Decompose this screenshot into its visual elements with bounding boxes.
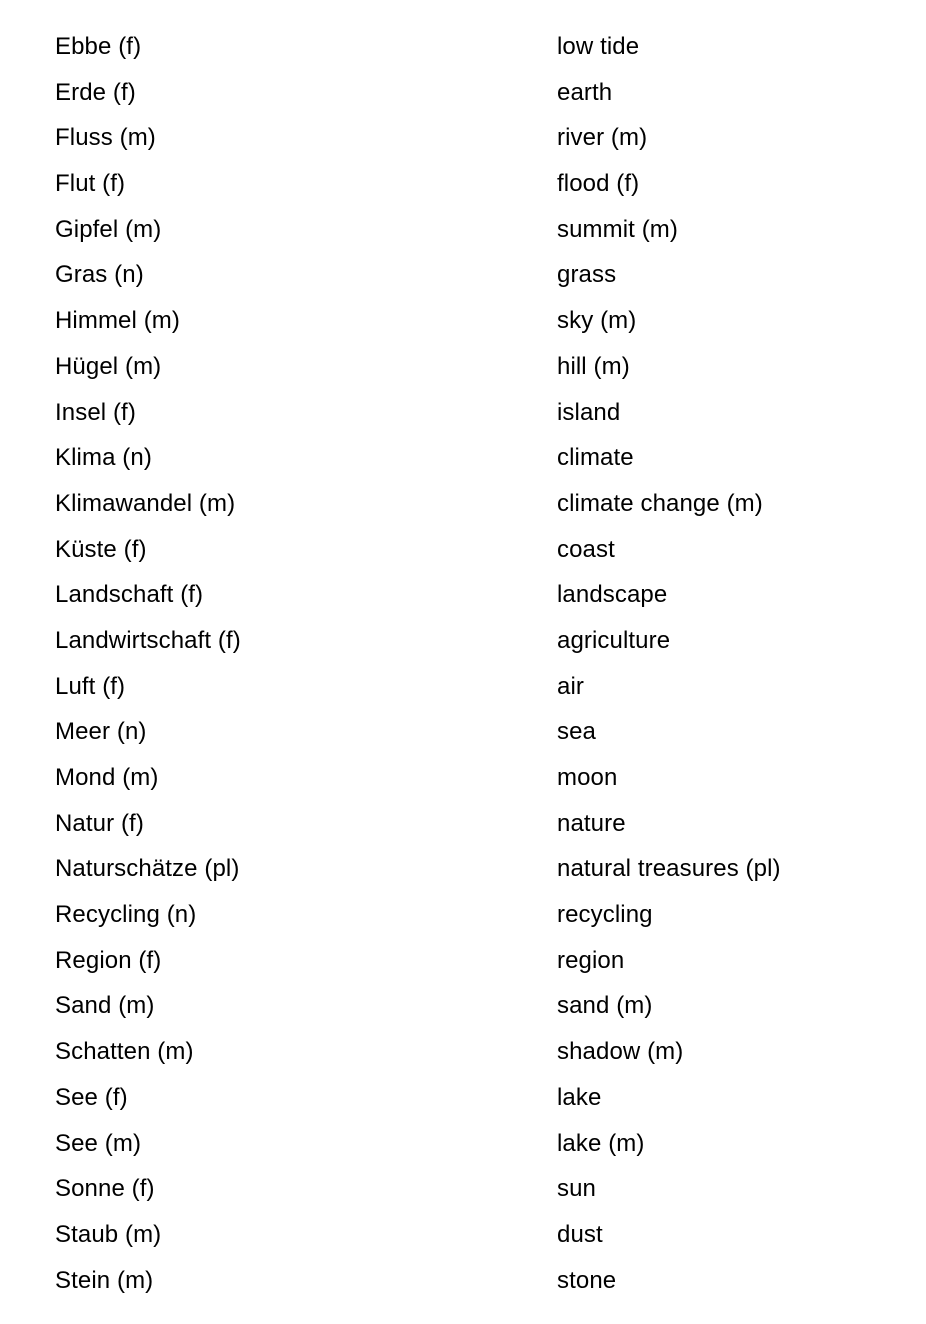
english-gloss: summit (m) xyxy=(557,215,678,243)
english-gloss: dust xyxy=(557,1220,603,1248)
english-gloss: low tide xyxy=(557,33,640,60)
german-term: Landwirtschaft (f) xyxy=(55,626,241,654)
vocabulary-row: Region (f) region xyxy=(0,938,926,984)
english-gloss: stone xyxy=(557,1266,617,1294)
vocabulary-row: Recycling (n) recycling xyxy=(0,892,926,938)
vocabulary-row: Stein (m) stone xyxy=(0,1258,926,1304)
vocabulary-row: Küste (f) coast xyxy=(0,527,926,573)
german-term: Insel (f) xyxy=(55,398,136,426)
vocabulary-row: Erde (f) earth xyxy=(0,70,926,116)
english-gloss: grass xyxy=(557,261,617,289)
vocabulary-row: Sonne (f) sun xyxy=(0,1166,926,1212)
english-gloss: climate change (m) xyxy=(557,489,763,517)
german-term: See (f) xyxy=(55,1083,128,1111)
english-gloss: agriculture xyxy=(557,626,671,654)
english-gloss: flood (f) xyxy=(557,170,640,198)
vocabulary-row: Mond (m) moon xyxy=(0,755,926,801)
german-term: Ebbe (f) xyxy=(55,33,142,60)
vocabulary-row: Landwirtschaft (f) agriculture xyxy=(0,618,926,664)
german-term: Schatten (m) xyxy=(55,1038,194,1066)
german-term: Landschaft (f) xyxy=(55,581,204,609)
german-term: Flut (f) xyxy=(55,170,126,198)
german-term: Himmel (m) xyxy=(55,307,180,335)
english-gloss: sand (m) xyxy=(557,992,653,1020)
vocabulary-row: Luft (f) air xyxy=(0,664,926,710)
german-term: Region (f) xyxy=(55,946,162,974)
vocabulary-row: Ebbe (f) low tide xyxy=(0,24,926,70)
english-gloss: air xyxy=(557,672,584,700)
vocabulary-row: Meer (n) sea xyxy=(0,709,926,755)
english-gloss: sea xyxy=(557,718,596,746)
vocabulary-row: Klimawandel (m) climate change (m) xyxy=(0,481,926,527)
vocabulary-row: Klima (n) climate xyxy=(0,435,926,481)
english-gloss: lake (m) xyxy=(557,1129,645,1157)
vocabulary-row: Naturschätze (pl) natural treasures (pl) xyxy=(0,846,926,892)
german-term: Naturschätze (pl) xyxy=(55,855,240,883)
english-gloss: nature xyxy=(557,809,626,837)
german-term: Gipfel (m) xyxy=(55,215,162,243)
english-gloss: landscape xyxy=(557,581,668,609)
vocabulary-row: See (f) lake xyxy=(0,1075,926,1121)
english-gloss: river (m) xyxy=(557,124,648,152)
english-gloss: shadow (m) xyxy=(557,1038,684,1066)
english-gloss: coast xyxy=(557,535,615,563)
german-term: Meer (n) xyxy=(55,718,147,746)
vocabulary-row: Natur (f) nature xyxy=(0,801,926,847)
english-gloss: island xyxy=(557,398,621,426)
english-gloss: earth xyxy=(557,78,613,106)
german-term: Sonne (f) xyxy=(55,1175,155,1203)
english-gloss: sun xyxy=(557,1175,596,1203)
vocabulary-row: Staub (m) dust xyxy=(0,1212,926,1258)
german-term: Stein (m) xyxy=(55,1266,154,1294)
vocabulary-row: Insel (f) island xyxy=(0,390,926,436)
vocabulary-row: Himmel (m) sky (m) xyxy=(0,298,926,344)
german-term: Mond (m) xyxy=(55,764,159,791)
vocabulary-row: Flut (f) flood (f) xyxy=(0,161,926,207)
german-term: Natur (f) xyxy=(55,809,144,837)
german-term: Klimawandel (m) xyxy=(55,489,236,517)
vocabulary-row: Sand (m) sand (m) xyxy=(0,983,926,1029)
german-term: Küste (f) xyxy=(55,535,147,563)
german-term: Gras (n) xyxy=(55,261,144,289)
vocabulary-row: Gipfel (m) summit (m) xyxy=(0,207,926,253)
english-gloss: region xyxy=(557,946,625,974)
vocabulary-list: Ebbe (f) low tide Erde (f) earth Fluss (m) ri… xyxy=(0,24,926,1303)
german-term: Recycling (n) xyxy=(55,901,197,929)
german-term: Erde (f) xyxy=(55,78,136,106)
vocabulary-row: Hügel (m) hill (m) xyxy=(0,344,926,390)
english-gloss: hill (m) xyxy=(557,352,630,380)
vocabulary-row: Fluss (m) river (m) xyxy=(0,115,926,161)
vocabulary-row: Landschaft (f) landscape xyxy=(0,572,926,618)
vocabulary-sheet: Ebbe (f) low tide Erde (f) earth Fluss (m) ri… xyxy=(0,0,926,1324)
vocabulary-row: Gras (n) grass xyxy=(0,252,926,298)
english-gloss: climate xyxy=(557,444,634,472)
german-term: Fluss (m) xyxy=(55,124,156,152)
german-term: Luft (f) xyxy=(55,672,126,700)
english-gloss: moon xyxy=(557,764,618,791)
german-term: Klima (n) xyxy=(55,444,152,472)
vocabulary-row: See (m) lake (m) xyxy=(0,1121,926,1167)
german-term: Sand (m) xyxy=(55,992,155,1020)
english-gloss: recycling xyxy=(557,901,653,929)
german-term: Hügel (m) xyxy=(55,352,162,380)
vocabulary-row: Schatten (m) shadow (m) xyxy=(0,1029,926,1075)
english-gloss: lake xyxy=(557,1083,602,1111)
german-term: See (m) xyxy=(55,1129,142,1157)
english-gloss: natural treasures (pl) xyxy=(557,855,781,883)
english-gloss: sky (m) xyxy=(557,307,637,335)
german-term: Staub (m) xyxy=(55,1220,162,1248)
